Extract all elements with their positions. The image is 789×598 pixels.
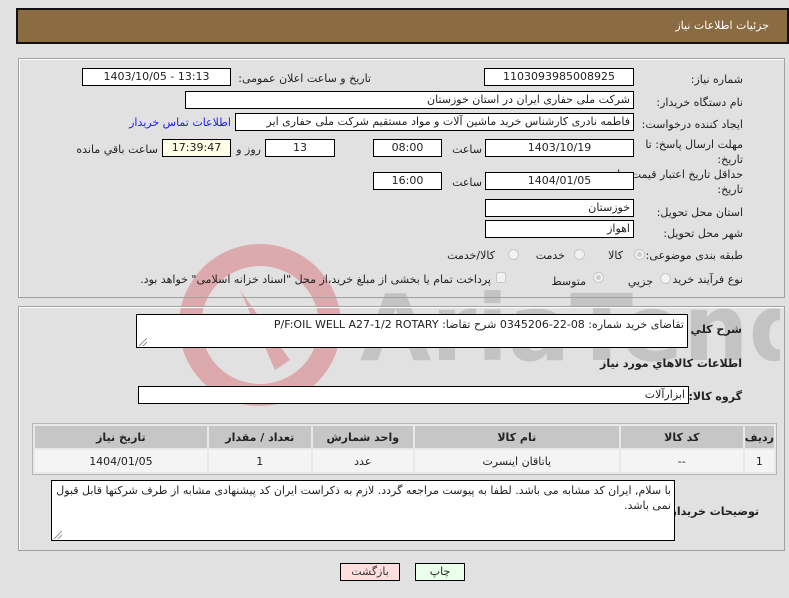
page-title: جزئیات اطلاعات نیاز — [675, 19, 769, 32]
requester-label: ایجاد کننده درخواست: — [641, 118, 743, 131]
buyer-contact-link[interactable]: اطلاعات تماس خریدار — [129, 116, 231, 129]
category-label: طبقه بندی موضوعی: — [645, 249, 743, 262]
items-table: رديف كد كالا نام كالا واحد شمارش تعداد /… — [33, 424, 776, 474]
remaining-time-field: 17:39:47 — [162, 139, 231, 157]
resize-handle-icon[interactable] — [54, 531, 62, 539]
buyer-notes-textarea[interactable]: با سلام, ایران کد مشابه می باشد. لطفا به… — [51, 480, 675, 541]
items-table-wrapper: رديف كد كالا نام كالا واحد شمارش تعداد /… — [32, 423, 777, 475]
purchase-type-radio-minor[interactable] — [660, 273, 671, 284]
category-option-service: خدمت — [535, 249, 565, 262]
purchase-type-label: نوع فرآیند خرید : — [665, 273, 743, 286]
description-text: تقاضای خرید شماره: 08-22-0345206 شرح تقا… — [273, 318, 684, 331]
col-unit: واحد شمارش — [312, 426, 413, 448]
category-radio-goods[interactable] — [634, 249, 645, 260]
cell-row-number: 1 — [744, 450, 774, 472]
category-option-goods: کالا — [608, 249, 623, 262]
remaining-days-label: روز و — [236, 143, 261, 156]
table-row: 1 -- یاتاقان اینسرت عدد 1 1404/01/05 — [35, 450, 774, 472]
print-button[interactable]: چاپ — [415, 563, 465, 581]
cell-quantity: 1 — [208, 450, 311, 472]
category-option-goods-service: کالا/خدمت — [447, 249, 495, 262]
delivery-province-field[interactable]: خوزستان — [485, 199, 634, 217]
category-radio-goods-service[interactable] — [508, 249, 519, 260]
reply-deadline-time-field[interactable]: 08:00 — [373, 139, 442, 157]
items-table-header: رديف كد كالا نام كالا واحد شمارش تعداد /… — [35, 426, 774, 448]
page-header: جزئیات اطلاعات نیاز — [16, 8, 789, 44]
buyer-org-field[interactable]: شرکت ملی حفاری ایران در استان خوزستان — [185, 91, 634, 109]
announce-datetime-label: تاریخ و ساعت اعلان عمومی: — [238, 72, 371, 85]
delivery-province-label: استان محل تحویل: — [656, 206, 743, 219]
treasury-checkbox-label: پرداخت تمام یا بخشی از مبلغ خرید،از محل … — [140, 273, 491, 286]
goods-group-label: گروه كالا: — [688, 390, 742, 403]
col-item-code: كد كالا — [620, 426, 743, 448]
col-row-number: رديف — [744, 426, 774, 448]
treasury-checkbox[interactable] — [496, 272, 506, 283]
price-validity-date-field[interactable]: 1404/01/05 — [485, 172, 634, 190]
buyer-notes-text: با سلام, ایران کد مشابه می باشد. لطفا به… — [56, 484, 671, 512]
delivery-city-label: شهر محل تحویل: — [663, 227, 743, 240]
goods-section-title: اطلاعات كالاهاي مورد نياز — [600, 357, 742, 370]
cell-item-code: -- — [620, 450, 743, 472]
cell-item-name: یاتاقان اینسرت — [414, 450, 619, 472]
cell-unit: عدد — [312, 450, 413, 472]
remaining-days-field: 13 — [265, 139, 335, 157]
price-validity-time-label: ساعت — [452, 176, 482, 189]
resize-handle-icon[interactable] — [139, 338, 147, 346]
category-radio-service[interactable] — [574, 249, 585, 260]
goods-group-field[interactable]: ابزارآلات — [138, 386, 689, 404]
col-item-name: نام كالا — [414, 426, 619, 448]
price-validity-time-field[interactable]: 16:00 — [373, 172, 442, 190]
col-need-date: تاريخ نياز — [35, 426, 207, 448]
back-button[interactable]: بازگشت — [340, 563, 400, 581]
buyer-notes-label: توضيحات خريدار: — [666, 505, 759, 518]
col-quantity: تعداد / مقدار — [208, 426, 311, 448]
purchase-type-radio-medium[interactable] — [593, 272, 604, 283]
requester-field[interactable]: فاطمه نادری کارشناس خرید ماشین آلات و مو… — [235, 113, 634, 131]
cell-need-date: 1404/01/05 — [35, 450, 207, 472]
reply-deadline-time-label: ساعت — [452, 143, 482, 156]
need-number-field[interactable]: 1103093985008925 — [484, 68, 634, 86]
remaining-time-label: ساعت باقي مانده — [76, 143, 158, 156]
delivery-city-field[interactable]: اهواز — [485, 220, 634, 238]
description-textarea[interactable]: تقاضای خرید شماره: 08-22-0345206 شرح تقا… — [136, 314, 688, 348]
purchase-type-option-minor: جزیي — [627, 275, 653, 288]
reply-deadline-date-field[interactable]: 1403/10/19 — [485, 139, 634, 157]
purchase-type-option-medium: متوسط — [551, 275, 586, 288]
announce-datetime-field[interactable]: 1403/10/05 - 13:13 — [82, 68, 231, 86]
buyer-org-label: نام دستگاه خریدار: — [656, 96, 743, 109]
need-number-label: شماره نیاز: — [690, 73, 743, 86]
reply-deadline-label: مهلت ارسال پاسخ: تا تاریخ: — [645, 138, 743, 166]
